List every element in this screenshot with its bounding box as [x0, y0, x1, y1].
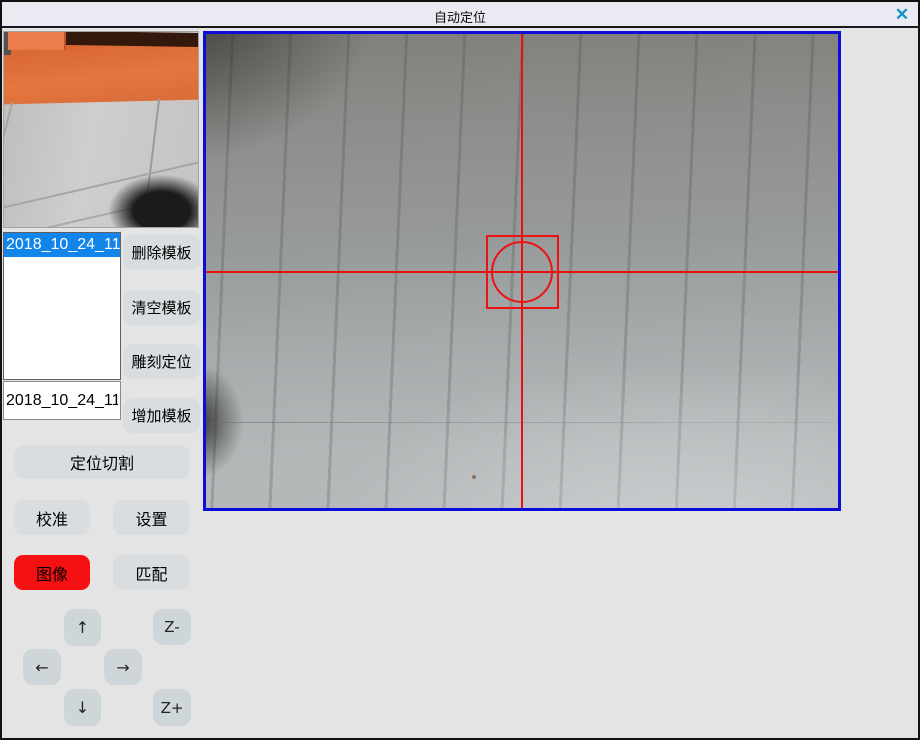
clear-template-button[interactable]: 清空模板 — [123, 290, 200, 325]
camera-speck — [472, 475, 476, 479]
thumbnail-orange-block — [8, 32, 66, 50]
thumbnail-shadow-blob — [109, 175, 198, 227]
jog-down-button[interactable]: ↓ — [64, 689, 101, 726]
match-button[interactable]: 匹配 — [113, 555, 190, 590]
auto-positioning-window: 自动定位 ✕ 2018_10_24_11 删除模板 清空模板 雕刻定位 增加模板… — [0, 0, 920, 740]
settings-button[interactable]: 设置 — [113, 500, 190, 535]
image-button[interactable]: 图像 — [14, 555, 90, 590]
z-plus-button[interactable]: Z+ — [153, 689, 191, 726]
template-name-input[interactable] — [3, 381, 121, 420]
template-thumbnail — [4, 32, 198, 227]
thumbnail-orange-beam — [4, 42, 198, 105]
jog-left-button[interactable]: ← — [23, 649, 61, 685]
delete-template-button[interactable]: 删除模板 — [123, 235, 200, 270]
z-minus-button[interactable]: Z- — [153, 609, 191, 645]
camera-view[interactable] — [203, 31, 841, 511]
template-list-item[interactable]: 2018_10_24_11 — [4, 233, 120, 257]
jog-up-button[interactable]: ↑ — [64, 609, 101, 646]
thumbnail-dark-bar — [66, 32, 198, 47]
jog-right-button[interactable]: → — [104, 649, 142, 685]
calibrate-button[interactable]: 校准 — [14, 500, 90, 535]
engrave-position-button[interactable]: 雕刻定位 — [123, 344, 200, 379]
close-icon[interactable]: ✕ — [891, 4, 913, 26]
roi-circle — [491, 241, 553, 303]
template-list[interactable]: 2018_10_24_11 — [3, 232, 121, 380]
position-cut-button[interactable]: 定位切割 — [14, 445, 190, 479]
title-bar: 自动定位 ✕ — [2, 2, 918, 28]
thumbnail-tile-line — [4, 102, 13, 143]
window-title: 自动定位 — [2, 7, 918, 26]
add-template-button[interactable]: 增加模板 — [123, 398, 200, 433]
